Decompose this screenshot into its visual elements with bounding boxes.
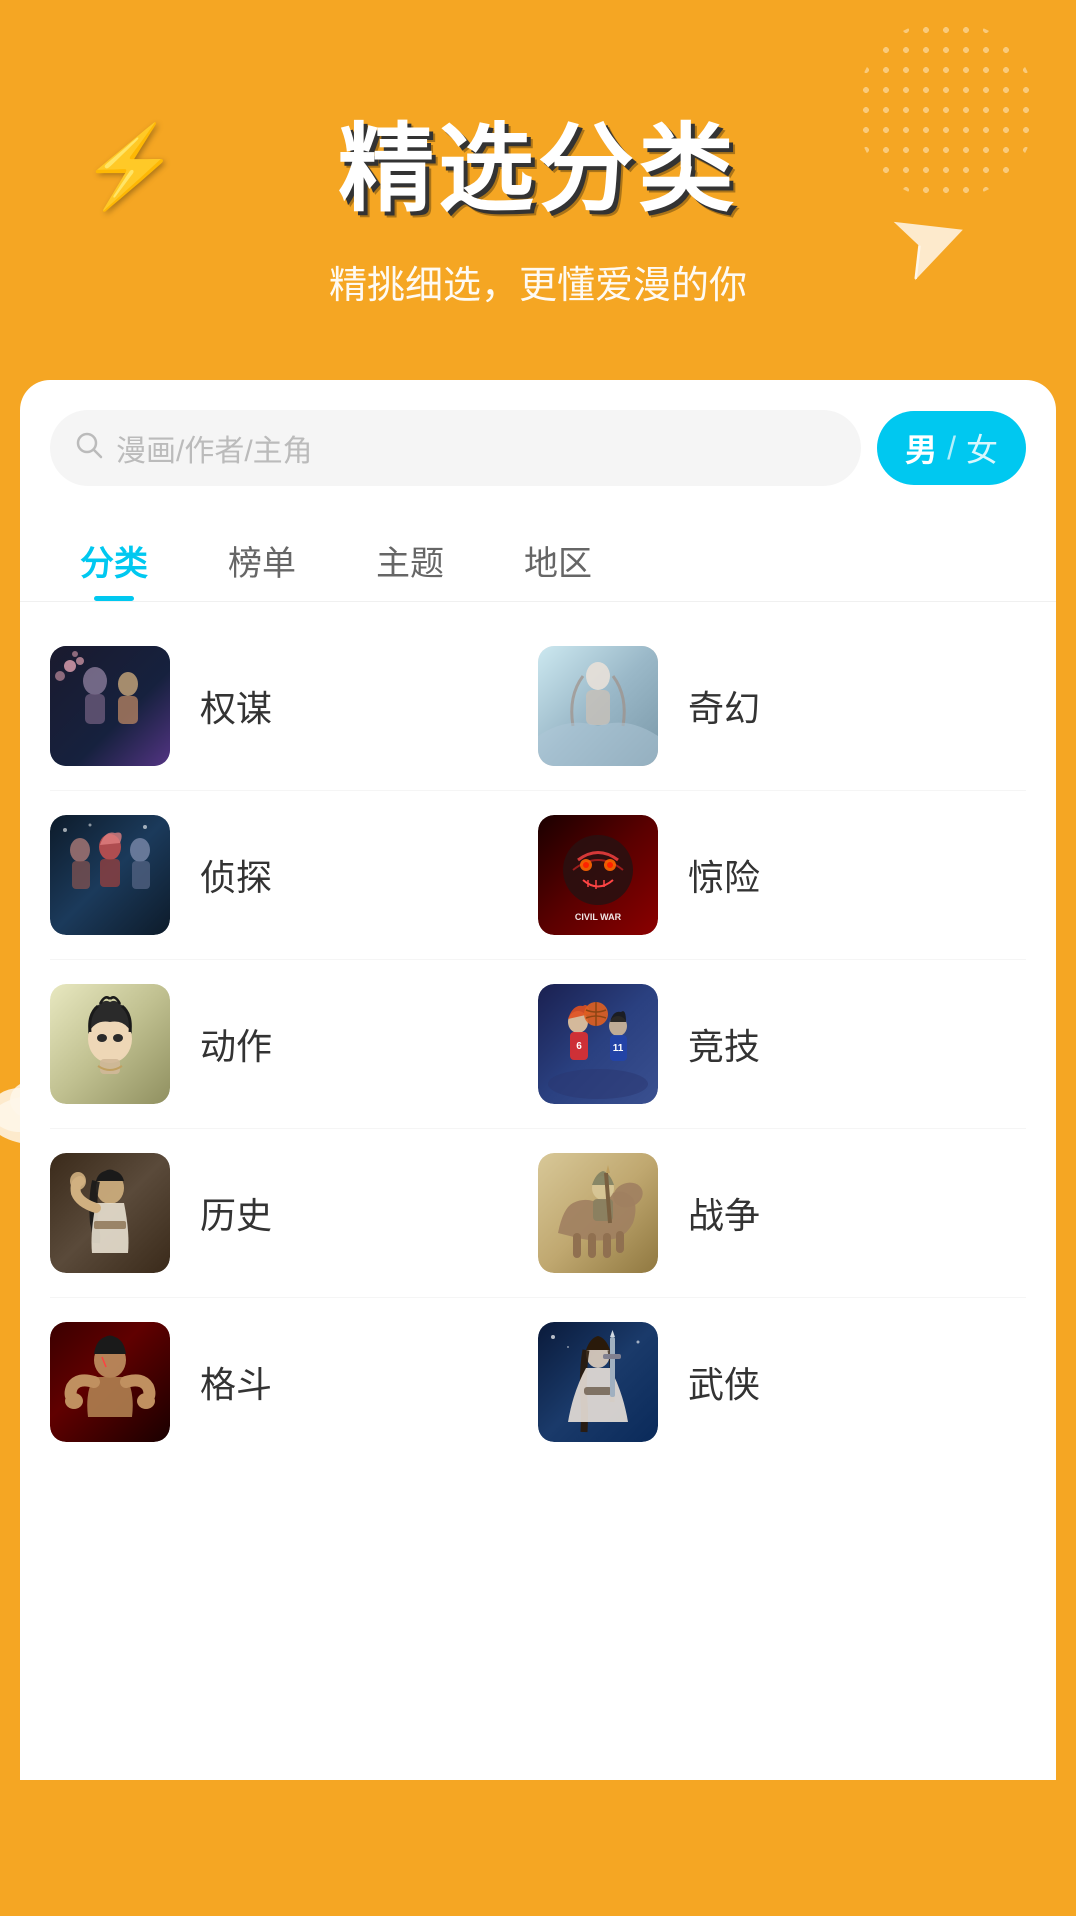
category-name-gedou: 格斗	[200, 1356, 272, 1408]
thumb-zhanzheng	[538, 1153, 658, 1273]
search-box[interactable]: 漫画/作者/主角	[50, 410, 861, 486]
tab-fenlei[interactable]: 分类	[40, 516, 188, 601]
category-item-quanmou[interactable]: 权谋	[50, 646, 538, 766]
female-label: 女	[966, 425, 998, 471]
category-name-dongzuo: 动作	[200, 1018, 272, 1070]
category-item-zhentai[interactable]: 侦探	[50, 815, 538, 935]
paper-plane-icon	[882, 189, 989, 305]
category-item-dongzuo[interactable]: 动作	[50, 984, 538, 1104]
thumb-qihuan	[538, 646, 658, 766]
tab-zhuti[interactable]: 主题	[336, 516, 484, 601]
svg-text:CIVIL WAR: CIVIL WAR	[575, 912, 622, 922]
category-item-qihuan[interactable]: 奇幻	[538, 646, 1026, 766]
page-subtitle: 精挑细选，更懂爱漫的你	[329, 254, 747, 309]
category-list: 权谋	[20, 602, 1056, 1486]
category-item-jingxian[interactable]: CIVIL WAR 惊险	[538, 815, 1026, 935]
category-row-2: 侦探	[50, 791, 1026, 960]
header-banner: ⚡ 精选分类 精挑细选，更懂爱漫的你	[0, 0, 1076, 380]
category-name-quanmou: 权谋	[200, 680, 272, 732]
nav-tabs: 分类 榜单 主题 地区	[20, 506, 1056, 602]
category-name-jingji: 竞技	[688, 1018, 760, 1070]
male-label: 男	[905, 425, 937, 471]
category-name-wuxia: 武侠	[688, 1356, 760, 1408]
category-item-zhanzheng[interactable]: 战争	[538, 1153, 1026, 1273]
thumb-jingji: 6 11	[538, 984, 658, 1104]
thumb-jingxian: CIVIL WAR	[538, 815, 658, 935]
category-row-3: 动作	[50, 960, 1026, 1129]
category-name-zhentai: 侦探	[200, 849, 272, 901]
tab-bangdan[interactable]: 榜单	[188, 516, 336, 601]
search-area: 漫画/作者/主角 男 / 女	[20, 380, 1056, 506]
gender-divider: /	[947, 430, 956, 467]
tab-diqu[interactable]: 地区	[484, 516, 632, 601]
svg-text:6: 6	[576, 1041, 582, 1052]
thumb-gedou	[50, 1322, 170, 1442]
category-row-4: 历史	[50, 1129, 1026, 1298]
thumb-quanmou	[50, 646, 170, 766]
category-name-jingxian: 惊险	[688, 849, 760, 901]
search-icon	[74, 430, 104, 467]
category-name-zhanzheng: 战争	[688, 1187, 760, 1239]
category-row-1: 权谋	[50, 622, 1026, 791]
gender-toggle-button[interactable]: 男 / 女	[877, 411, 1026, 485]
page-title: 精选分类	[338, 91, 738, 230]
thumb-zhentai	[50, 815, 170, 935]
thumb-lishi	[50, 1153, 170, 1273]
main-card: 漫画/作者/主角 男 / 女 分类 榜单 主题 地区	[20, 380, 1056, 1780]
thumb-wuxia	[538, 1322, 658, 1442]
search-placeholder: 漫画/作者/主角	[116, 426, 313, 470]
category-name-lishi: 历史	[200, 1187, 272, 1239]
svg-text:11: 11	[613, 1043, 624, 1054]
category-item-wuxia[interactable]: 武侠	[538, 1322, 1026, 1442]
category-item-jingji[interactable]: 6 11 竞技	[538, 984, 1026, 1104]
dots-decoration	[856, 20, 1036, 200]
category-name-qihuan: 奇幻	[688, 680, 760, 732]
thumb-dongzuo	[50, 984, 170, 1104]
lightning-icon: ⚡	[80, 120, 180, 214]
category-item-lishi[interactable]: 历史	[50, 1153, 538, 1273]
category-row-5: 格斗	[50, 1298, 1026, 1466]
category-item-gedou[interactable]: 格斗	[50, 1322, 538, 1442]
